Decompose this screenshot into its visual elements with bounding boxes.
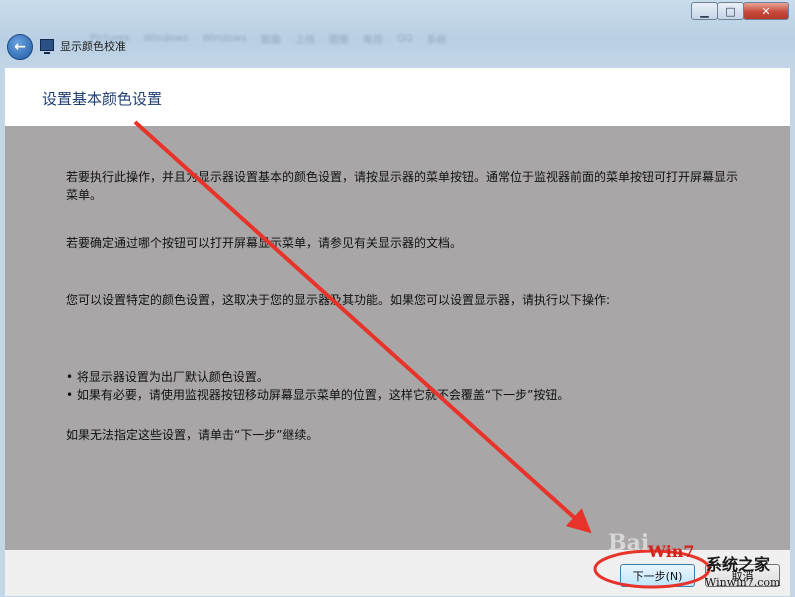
red-arrow	[133, 120, 592, 534]
site-url-watermark: Winwin7.com	[705, 576, 781, 589]
app-window: Pictures Windows Windows 歌曲 上线 图册 电视 QQ …	[0, 0, 795, 597]
site-name-watermark: 系统之家	[706, 555, 771, 574]
baidu-watermark: Bai	[608, 530, 650, 556]
win7-logo: Win7	[648, 542, 695, 561]
annotation-overlay	[133, 120, 711, 589]
